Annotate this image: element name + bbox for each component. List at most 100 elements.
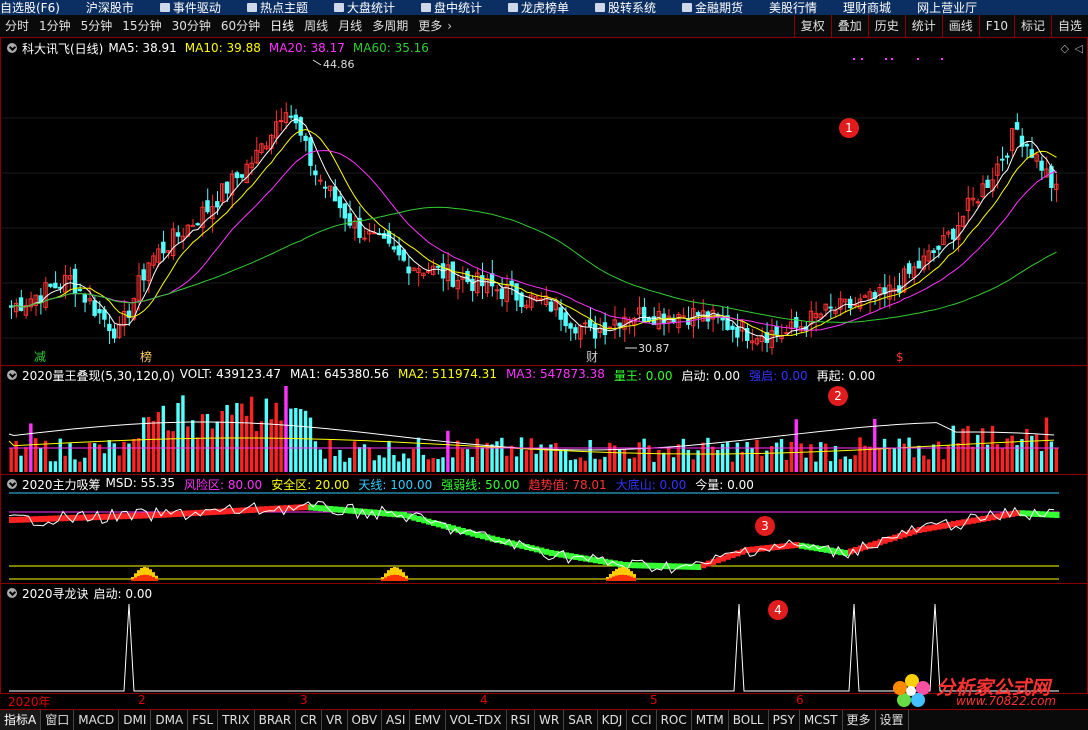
indicator-tab[interactable]: FSL [188,710,219,730]
indicator-tab[interactable]: 设置 [876,710,909,730]
flower-logo-icon [893,674,930,707]
topnav-item[interactable]: 美股行情 [769,0,817,15]
topnav-item[interactable]: 股转系统 [595,0,656,15]
indicator-tab[interactable]: 指标A [0,710,42,730]
volume-bar [1039,451,1044,472]
topnav-item[interactable]: 网上营业厅 [917,0,977,15]
volume-bar [755,439,759,472]
period-tab[interactable]: 5分钟 [76,15,118,37]
indicator-tab[interactable]: SAR [564,710,598,730]
indicator-tab[interactable]: BRAR [255,710,297,730]
event-marker: 财 [586,350,598,364]
indicator-tab[interactable]: EMV [410,710,446,730]
indicator-tab[interactable]: TRIX [218,710,255,730]
candle-body [141,269,146,281]
volume-chart[interactable] [1,366,1087,474]
volume-bar [24,447,28,472]
candle-body [391,246,397,250]
indicator-tab[interactable]: MCST [800,710,843,730]
trend-block [121,513,128,520]
indicator-tab[interactable]: ROC [657,710,692,730]
toolbar-button[interactable]: F10 [978,15,1014,37]
indicator-tab[interactable]: MTM [692,710,729,730]
indicator-tab[interactable]: OBV [348,710,383,730]
period-tab[interactable]: 30分钟 [167,15,216,37]
topnav-item[interactable]: 热点主题 [246,0,308,15]
topnav-item[interactable]: 盘中统计 [420,0,482,15]
period-tab[interactable]: 周线 [299,15,333,37]
volume-pane[interactable]: 2020量王叠现(5,30,120,0) VOLT: 439123.47 MA1:… [0,365,1088,475]
period-tab[interactable]: 月线 [333,15,367,37]
indicator-tab[interactable]: MACD [74,710,120,730]
trend-block [185,510,192,517]
volume-bar [446,430,450,472]
toolbar-button[interactable]: 叠加 [830,15,868,37]
candle-body [848,298,853,309]
indicator-tab[interactable]: 窗口 [41,710,75,730]
period-tab[interactable]: 日线 [265,15,299,37]
msd-pane[interactable]: 2020主力吸筹 MSD: 55.35 风险区: 80.00 安全区: 20.00 天… [0,474,1088,584]
period-tab[interactable]: 多周期 [367,15,413,37]
indicator-tab[interactable]: 更多 [843,710,876,730]
indicator-tab[interactable]: CCI [627,710,657,730]
topnav-item[interactable]: 龙虎榜单 [507,0,569,15]
candle-body [112,328,117,339]
indicator-tab[interactable]: KDJ [598,710,628,730]
topnav-item[interactable]: 大盘统计 [333,0,395,15]
candle-body [332,186,338,202]
volume-bar [509,445,514,472]
indicator-tab[interactable]: RSI [507,710,536,730]
indicator-tab[interactable]: VR [322,710,348,730]
indicator-tab[interactable]: VOL-TDX [446,710,507,730]
indicator-tab[interactable]: DMI [119,710,152,730]
period-tab[interactable]: 更多 [413,15,447,37]
candle-body [617,322,622,327]
topnav-item[interactable]: 自选股(F6) [0,0,60,15]
volume-bar [897,438,901,472]
chevron-right-icon: › [447,19,453,33]
indicator-tab[interactable]: WR [535,710,565,730]
volume-bar [608,442,612,472]
toolbar-button[interactable]: 画线 [941,15,979,37]
period-tab[interactable]: 15分钟 [117,15,166,37]
msd-chart[interactable] [1,475,1087,583]
volume-bar [887,448,892,472]
trend-block [337,506,344,513]
toolbar-button[interactable]: 自选 [1050,15,1088,37]
topnav-item[interactable]: 事件驱动 [159,0,221,15]
volume-bar [985,444,990,472]
trend-block [990,514,996,521]
trend-block [77,514,84,521]
kline-pane[interactable]: 科大讯飞(日线) MA5: 38.91 MA10: 39.88 MA20: 38.1… [0,37,1088,366]
candle-body [607,326,613,329]
indicator-tab[interactable]: CR [296,710,322,730]
indicator-tab[interactable]: PSY [769,710,800,730]
period-tab[interactable]: 60分钟 [216,15,265,37]
volume-bar [706,437,710,472]
kline-chart[interactable]: 44.86 30.87 减 榜 财 $ [1,38,1087,365]
period-tab[interactable]: 分时 [0,15,34,37]
trend-block [318,505,324,512]
candle-body [583,322,588,325]
candle-body [1039,160,1044,171]
indicator-tab[interactable]: BOLL [729,710,769,730]
trend-block [823,546,829,553]
indicator-tab[interactable]: DMA [151,710,189,730]
volume-bar [843,456,848,472]
volume-bar [1020,439,1024,472]
period-tab[interactable]: 1分钟 [34,15,76,37]
topnav-item[interactable]: 理财商城 [843,0,891,15]
indicator-tab[interactable]: ASI [382,710,411,730]
candle-body [308,137,313,166]
toolbar-button[interactable]: 历史 [867,15,905,37]
candle-body [470,278,475,291]
toolbar-button[interactable]: 统计 [904,15,942,37]
toolbar-button[interactable]: 复权 [793,15,831,37]
toolbar-button[interactable]: 标记 [1013,15,1051,37]
topnav-item[interactable]: 沪深股市 [86,0,134,15]
candle-body [175,232,181,237]
volume-bar [397,461,401,472]
topnav-item[interactable]: 金融期货 [682,0,743,15]
volume-bar [583,460,587,472]
volume-bar [357,447,362,472]
